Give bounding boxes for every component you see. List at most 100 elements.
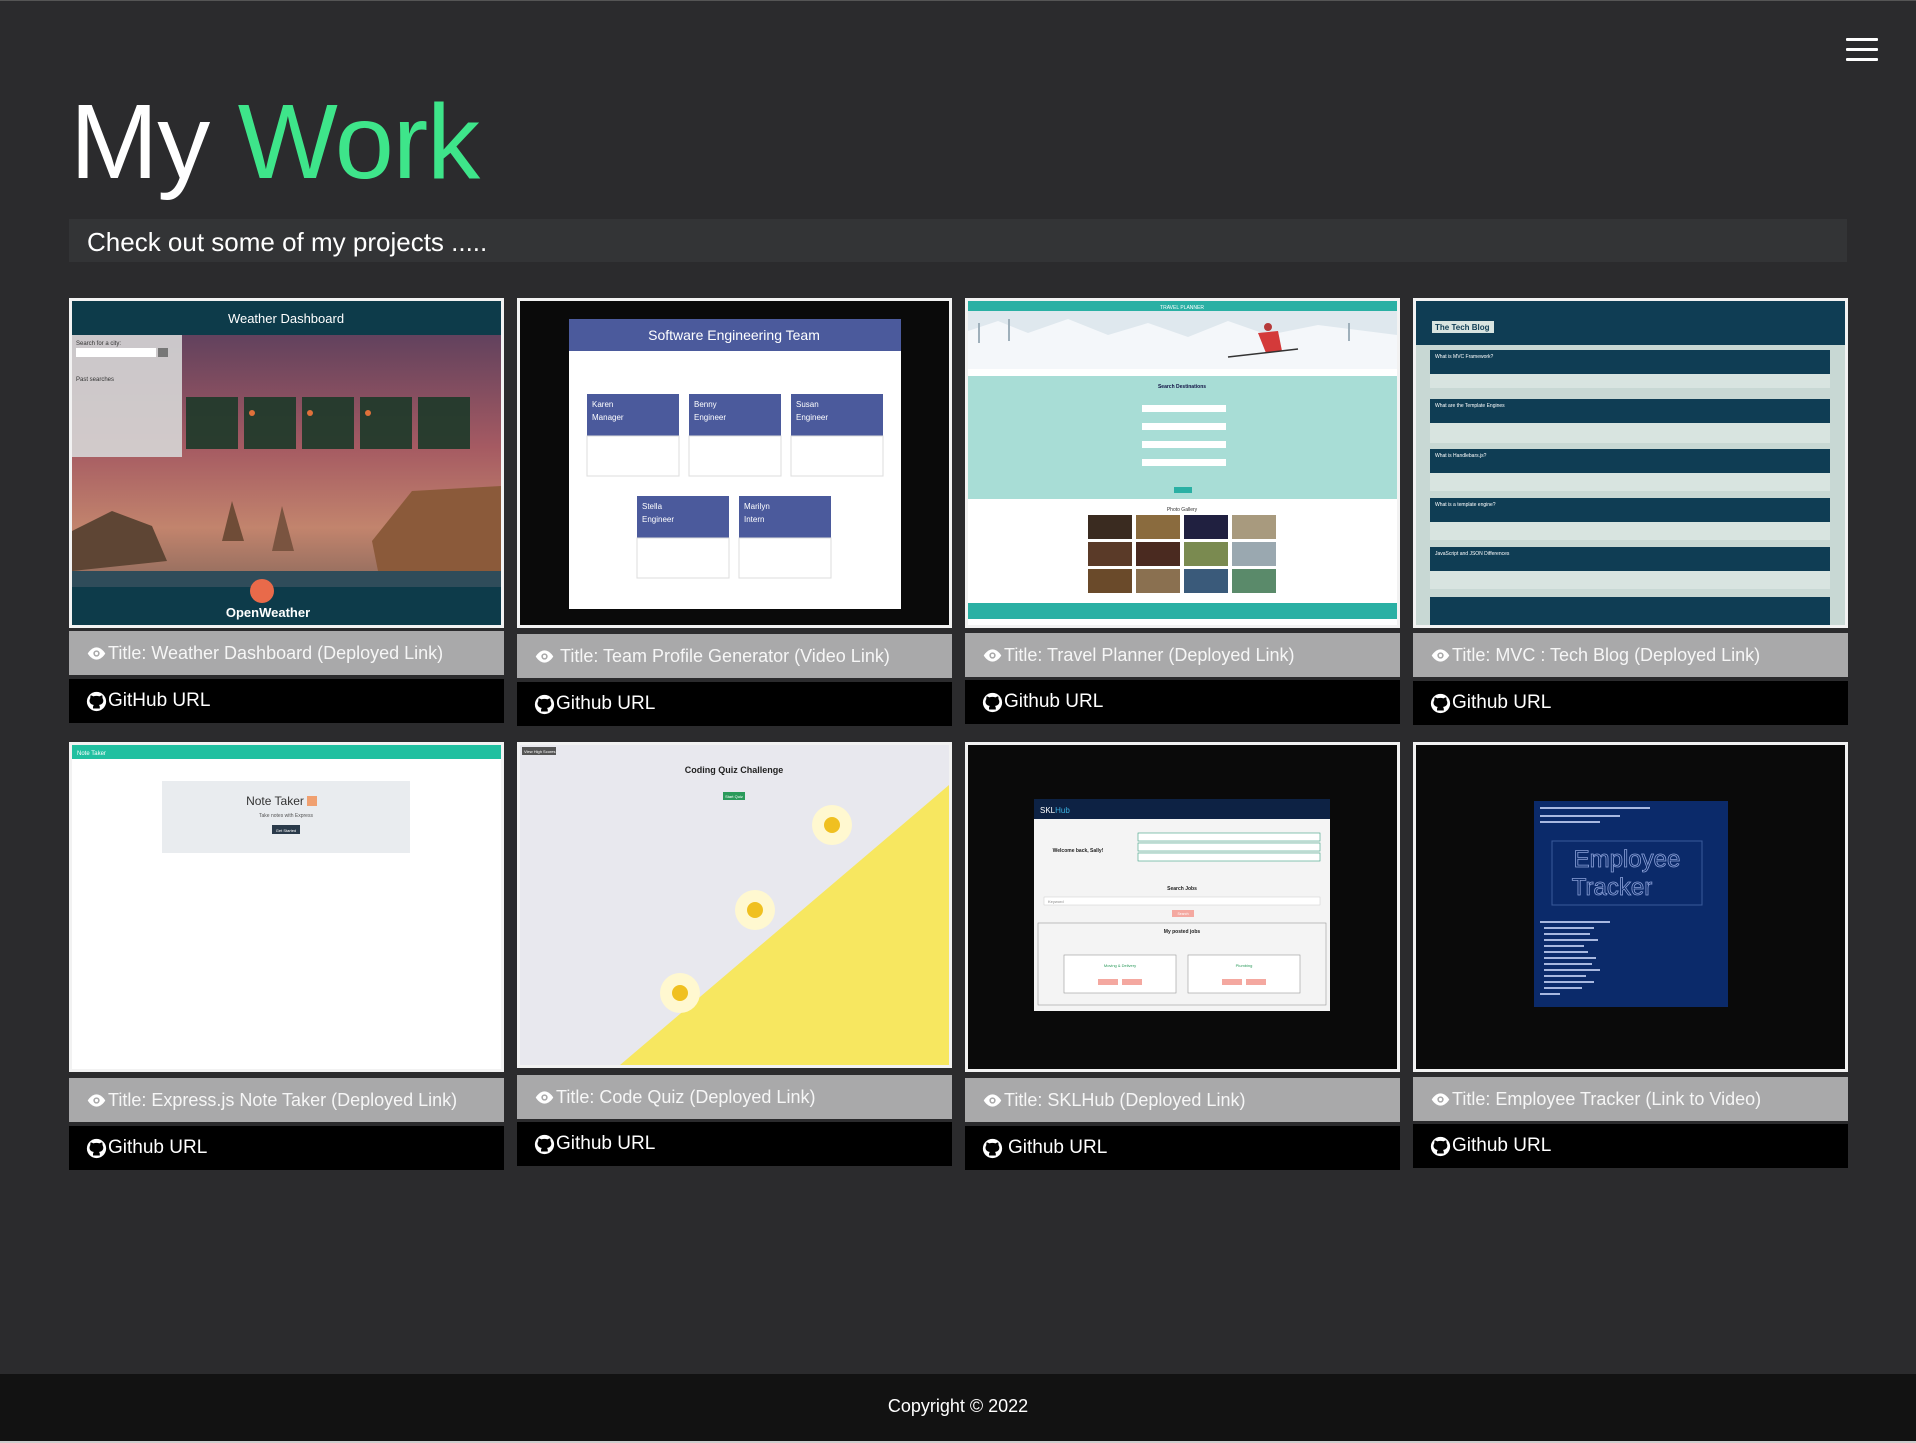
github-icon xyxy=(982,1138,1003,1158)
project-screenshot[interactable]: Employee Tracker xyxy=(1413,742,1848,1072)
employee-tracker-banner-1: Employee xyxy=(1574,846,1681,873)
code-quiz-preview: View High Scores Coding Quiz Challenge S… xyxy=(520,745,949,1065)
subtitle-bar: Check out some of my projects ..... xyxy=(69,219,1847,262)
project-title-link[interactable]: Title: Weather Dashboard (Deployed Link) xyxy=(69,631,504,675)
github-icon xyxy=(1430,693,1451,713)
sklhub-search-placeholder: Keyword xyxy=(1048,899,1064,904)
code-quiz-preview-heading: Coding Quiz Challenge xyxy=(685,765,784,775)
github-link-text: Github URL xyxy=(556,1133,656,1154)
sklhub-search-button: Search xyxy=(1177,912,1188,916)
weather-preview: Weather Dashboard Search for a city: Pas… xyxy=(72,301,501,625)
project-title-link[interactable]: Title: SKLHub (Deployed Link) xyxy=(965,1078,1400,1122)
sklhub-posted-heading: My posted jobs xyxy=(1164,929,1201,935)
project-title-text: Title: SKLHub (Deployed Link) xyxy=(1004,1089,1246,1110)
weather-preview-header: Weather Dashboard xyxy=(228,311,344,326)
github-link-text: Github URL xyxy=(1008,1137,1108,1158)
project-title-text: Title: Code Quiz (Deployed Link) xyxy=(556,1086,816,1107)
project-title-link[interactable]: Title: Team Profile Generator (Video Lin… xyxy=(517,634,952,678)
top-border xyxy=(0,0,1916,1)
github-icon xyxy=(982,692,1003,712)
project-title-text: Title: MVC : Tech Blog (Deployed Link) xyxy=(1452,644,1761,665)
svg-text:Engineer: Engineer xyxy=(642,515,674,524)
project-screenshot[interactable]: SKLHub Welcome back, Sally! Search Jobs … xyxy=(965,742,1400,1072)
travel-preview-header: TRAVEL PLANNER xyxy=(1160,305,1204,311)
sklhub-welcome: Welcome back, Sally! xyxy=(1053,848,1104,854)
project-screenshot[interactable]: View High Scores Coding Quiz Challenge S… xyxy=(517,742,952,1068)
sklhub-job-1: Plumbing xyxy=(1236,963,1253,968)
note-taker-preview-caption: Take notes with Express xyxy=(259,813,313,819)
svg-text:Marilyn: Marilyn xyxy=(744,502,770,511)
svg-text:Stella: Stella xyxy=(642,502,663,511)
sklhub-search-heading: Search Jobs xyxy=(1167,886,1197,892)
github-link-text: Github URL xyxy=(556,693,656,714)
github-link-text: Github URL xyxy=(108,1137,208,1158)
sklhub-brand-b: Hub xyxy=(1055,806,1070,815)
project-screenshot[interactable]: TRAVEL PLANNER Search Destinations Photo… xyxy=(965,298,1400,628)
github-link-text: Github URL xyxy=(1452,1135,1552,1156)
eye-icon xyxy=(983,648,1002,662)
eye-icon xyxy=(983,1093,1002,1107)
svg-text:Engineer: Engineer xyxy=(694,413,726,422)
employee-tracker-banner-2: Tracker xyxy=(1572,874,1652,901)
github-icon xyxy=(534,694,555,714)
project-screenshot[interactable]: Note Taker Note Taker Take notes with Ex… xyxy=(69,742,504,1072)
weather-preview-search-label: Search for a city: xyxy=(76,341,121,347)
github-link-text: GitHub URL xyxy=(108,690,211,711)
project-title-link[interactable]: Title: Express.js Note Taker (Deployed L… xyxy=(69,1078,504,1122)
hamburger-menu-icon[interactable] xyxy=(1846,38,1878,64)
project-screenshot[interactable]: Software Engineering Team Karen Manager … xyxy=(517,298,952,628)
github-icon xyxy=(86,691,107,711)
svg-text:Manager: Manager xyxy=(592,413,624,422)
github-icon xyxy=(86,1138,107,1158)
github-link[interactable]: Github URL xyxy=(965,680,1400,724)
travel-preview-gallery-heading: Photo Gallery xyxy=(1167,507,1198,513)
subtitle-text: Check out some of my projects ..... xyxy=(87,227,488,257)
project-screenshot[interactable]: The Tech Blog What is MVC Framework? Wha… xyxy=(1413,298,1848,628)
eye-icon xyxy=(1431,648,1450,662)
github-link-text: Github URL xyxy=(1004,691,1104,712)
svg-text:JavaScript and JSON Difference: JavaScript and JSON Differences xyxy=(1435,551,1510,557)
github-link[interactable]: GitHub URL xyxy=(69,679,504,723)
footer: Copyright © 2022 xyxy=(0,1374,1916,1443)
sklhub-brand-a: SKL xyxy=(1040,806,1056,815)
project-title-text: Title: Weather Dashboard (Deployed Link) xyxy=(108,642,444,663)
eye-icon xyxy=(535,649,554,663)
team-profile-preview: Software Engineering Team Karen Manager … xyxy=(520,301,949,625)
svg-text:Karen: Karen xyxy=(592,400,613,409)
github-link-text: Github URL xyxy=(1452,692,1552,713)
note-taker-preview-button: Get Started xyxy=(276,828,296,833)
svg-text:What are the Template Engines: What are the Template Engines xyxy=(1435,403,1505,409)
github-link[interactable]: Github URL xyxy=(1413,1124,1848,1168)
eye-icon xyxy=(535,1090,554,1104)
github-link[interactable]: Github URL xyxy=(517,1122,952,1166)
project-screenshot[interactable]: Weather Dashboard Search for a city: Pas… xyxy=(69,298,504,628)
code-quiz-preview-corner: View High Scores xyxy=(524,749,556,754)
github-link[interactable]: Github URL xyxy=(1413,681,1848,725)
github-icon xyxy=(534,1134,555,1154)
project-title-text: Title: Employee Tracker (Link to Video) xyxy=(1452,1088,1762,1109)
page-title: My Work xyxy=(70,83,480,201)
github-link[interactable]: Github URL xyxy=(965,1126,1400,1170)
svg-text:Susan: Susan xyxy=(796,400,819,409)
weather-preview-brand: OpenWeather xyxy=(226,605,310,620)
code-quiz-preview-button: Start Quiz xyxy=(725,794,743,799)
svg-text:Intern: Intern xyxy=(744,515,764,524)
page-title-part1: My xyxy=(70,83,210,201)
sklhub-preview: SKLHub Welcome back, Sally! Search Jobs … xyxy=(968,745,1397,1069)
eye-icon xyxy=(87,646,106,660)
tech-blog-preview-header: The Tech Blog xyxy=(1435,323,1490,332)
note-taker-preview: Note Taker Note Taker Take notes with Ex… xyxy=(72,745,501,1069)
svg-text:Engineer: Engineer xyxy=(796,413,828,422)
project-title-text: Title: Team Profile Generator (Video Lin… xyxy=(560,645,890,666)
github-link[interactable]: Github URL xyxy=(517,682,952,726)
project-title-link[interactable]: Title: Employee Tracker (Link to Video) xyxy=(1413,1077,1848,1121)
project-title-link[interactable]: Title: Code Quiz (Deployed Link) xyxy=(517,1075,952,1119)
note-taker-preview-header: Note Taker xyxy=(77,751,106,757)
project-title-text: Title: Express.js Note Taker (Deployed L… xyxy=(108,1089,458,1110)
project-title-link[interactable]: Title: Travel Planner (Deployed Link) xyxy=(965,633,1400,677)
github-link[interactable]: Github URL xyxy=(69,1126,504,1170)
tech-blog-preview: The Tech Blog What is MVC Framework? Wha… xyxy=(1416,301,1845,625)
travel-preview: TRAVEL PLANNER Search Destinations Photo… xyxy=(968,301,1397,625)
svg-text:What is Handlebars.js?: What is Handlebars.js? xyxy=(1435,453,1487,459)
project-title-link[interactable]: Title: MVC : Tech Blog (Deployed Link) xyxy=(1413,633,1848,677)
